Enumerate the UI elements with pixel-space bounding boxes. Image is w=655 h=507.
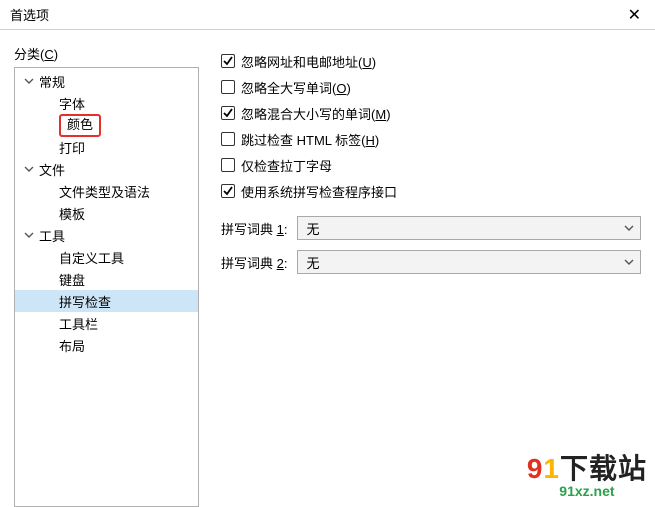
dropdown-value: 无 [306,219,319,238]
checkbox[interactable] [221,184,235,198]
category-label: 分类(C) [14,44,199,63]
option-label: 忽略全大写单词(O) [241,78,351,97]
title-bar: 首选项 ✕ [0,0,655,30]
option-ignore-url[interactable]: 忽略网址和电邮地址(U) [221,48,641,74]
tree-item-keyboard[interactable]: 键盘 [15,268,198,290]
tree-item-tools[interactable]: 工具 [15,224,198,246]
window-title: 首选项 [10,5,49,24]
tree-item-spellcheck[interactable]: 拼写检查 [15,290,198,312]
left-column: 分类(C) 常规 字体 颜色 打印 文件 [14,44,199,507]
checkbox[interactable] [221,80,235,94]
tree-item-toolbar[interactable]: 工具栏 [15,312,198,334]
option-skip-html[interactable]: 跳过检查 HTML 标签(H) [221,126,641,152]
close-icon[interactable]: ✕ [624,5,645,25]
checkbox[interactable] [221,158,235,172]
tree-item-filetypes[interactable]: 文件类型及语法 [15,180,198,202]
dictionary-1-dropdown[interactable]: 无 [297,216,641,240]
tree-item-color[interactable]: 颜色 [15,114,198,136]
chevron-down-icon[interactable] [23,230,35,240]
options-panel: 忽略网址和电邮地址(U) 忽略全大写单词(O) 忽略混合大小写的单词(M) [199,44,641,507]
tree-item-template[interactable]: 模板 [15,202,198,224]
option-label: 跳过检查 HTML 标签(H) [241,130,379,149]
tree-item-customtools[interactable]: 自定义工具 [15,246,198,268]
dictionary-label: 拼写词典 2: [221,253,287,272]
category-tree[interactable]: 常规 字体 颜色 打印 文件 文件类型及语法 模板 [14,67,199,507]
tree-item-general[interactable]: 常规 [15,70,198,92]
option-use-system[interactable]: 使用系统拼写检查程序接口 [221,178,641,204]
dialog-body: 分类(C) 常规 字体 颜色 打印 文件 [0,30,655,507]
tree-item-font[interactable]: 字体 [15,92,198,114]
option-label: 忽略网址和电邮地址(U) [241,52,376,71]
tree-item-print[interactable]: 打印 [15,136,198,158]
checkbox[interactable] [221,106,235,120]
option-label: 忽略混合大小写的单词(M) [241,104,391,123]
dictionary-2-dropdown[interactable]: 无 [297,250,641,274]
checkbox[interactable] [221,132,235,146]
option-latin-only[interactable]: 仅检查拉丁字母 [221,152,641,178]
dictionary-row-2: 拼写词典 2: 无 [221,250,641,274]
option-label: 仅检查拉丁字母 [241,156,332,175]
tree-item-file[interactable]: 文件 [15,158,198,180]
option-ignore-mixed[interactable]: 忽略混合大小写的单词(M) [221,100,641,126]
option-label: 使用系统拼写检查程序接口 [241,182,397,201]
checkbox[interactable] [221,54,235,68]
dictionary-row-1: 拼写词典 1: 无 [221,216,641,240]
dictionary-label: 拼写词典 1: [221,219,287,238]
tree-item-layout[interactable]: 布局 [15,334,198,356]
chevron-down-icon[interactable] [23,164,35,174]
chevron-down-icon[interactable] [23,76,35,86]
highlight-annotation: 颜色 [59,114,101,137]
chevron-down-icon [624,223,634,233]
chevron-down-icon [624,257,634,267]
option-ignore-upper[interactable]: 忽略全大写单词(O) [221,74,641,100]
dropdown-value: 无 [306,253,319,272]
